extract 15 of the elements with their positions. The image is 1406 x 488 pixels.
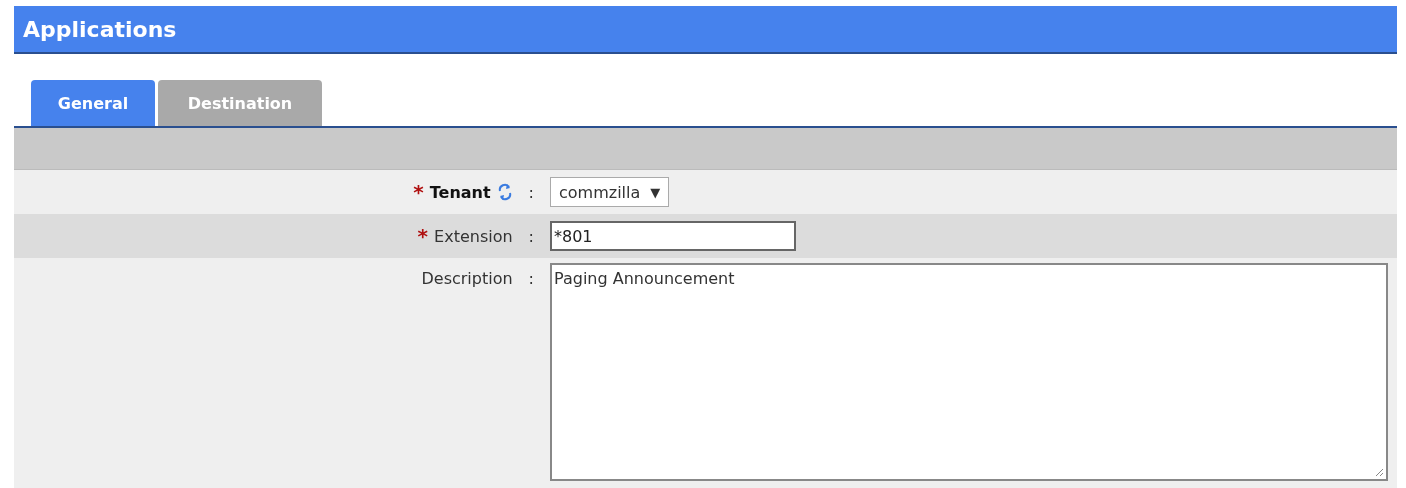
field-label: Extension <box>434 226 513 246</box>
text-area[interactable]: Paging Announcement <box>550 263 1388 481</box>
colon: : <box>528 226 534 246</box>
input-field[interactable]: *801 <box>550 221 796 251</box>
page-title: Applications <box>23 16 177 42</box>
refresh-icon[interactable] <box>496 182 513 202</box>
field-label: Tenant <box>429 182 491 202</box>
required-marker: * <box>417 224 429 248</box>
field-label: Description <box>421 269 513 288</box>
tab[interactable]: General <box>31 80 155 126</box>
resize-grip-icon[interactable] <box>1375 468 1384 477</box>
colon: : <box>528 182 534 202</box>
tenant-dropdown[interactable]: commzilla ▼ <box>550 177 670 207</box>
required-marker: * <box>413 180 424 204</box>
colon: : <box>528 269 534 288</box>
